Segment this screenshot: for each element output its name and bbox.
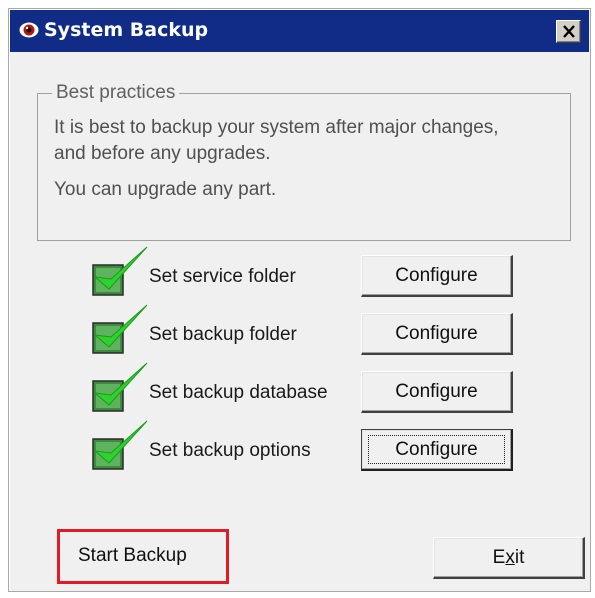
best-practices-group: Best practices It is best to backup your…	[37, 82, 571, 241]
checkmark-icon	[92, 420, 148, 470]
best-practices-line-1: It is best to backup your system after m…	[54, 117, 499, 138]
exit-label-mnemonic: x	[505, 546, 515, 568]
task-row-backup-options: Set backup options Configure	[89, 420, 519, 475]
task-row-backup-database: Set backup database Configure	[89, 362, 519, 417]
configure-service-folder-button[interactable]: Configure	[361, 255, 513, 297]
task-label: Set service folder	[149, 266, 296, 287]
start-backup-label: Start Backup	[78, 545, 187, 566]
best-practices-line-2: and before any upgrades.	[54, 143, 271, 164]
exit-label-prefix: E	[492, 546, 506, 568]
button-label: Configure	[368, 435, 505, 464]
best-practices-line-3: You can upgrade any part.	[54, 179, 277, 200]
eye-icon	[19, 22, 39, 38]
configure-backup-database-button[interactable]: Configure	[361, 371, 513, 413]
window-title: System Backup	[44, 19, 209, 41]
group-legend: Best practices	[52, 82, 180, 104]
exit-label-suffix: it	[514, 546, 525, 568]
task-row-backup-folder: Set backup folder Configure	[89, 304, 519, 359]
configure-backup-options-button[interactable]: Configure	[361, 429, 513, 471]
checkmark-icon	[92, 246, 148, 296]
exit-button[interactable]: Exit	[433, 537, 585, 579]
close-icon	[563, 25, 575, 38]
checkmark-icon	[92, 362, 148, 412]
task-row-service-folder: Set service folder Configure	[89, 246, 519, 301]
checkmark-icon	[92, 304, 148, 354]
task-label: Set backup database	[149, 382, 328, 403]
task-label: Set backup folder	[149, 324, 297, 345]
system-backup-dialog: System Backup Best practices It is best …	[8, 8, 591, 592]
task-label: Set backup options	[149, 440, 311, 461]
start-backup-button[interactable]: Start Backup	[57, 529, 229, 584]
close-button[interactable]	[556, 20, 581, 43]
configure-backup-folder-button[interactable]: Configure	[361, 313, 513, 355]
title-bar[interactable]: System Backup	[10, 10, 589, 52]
